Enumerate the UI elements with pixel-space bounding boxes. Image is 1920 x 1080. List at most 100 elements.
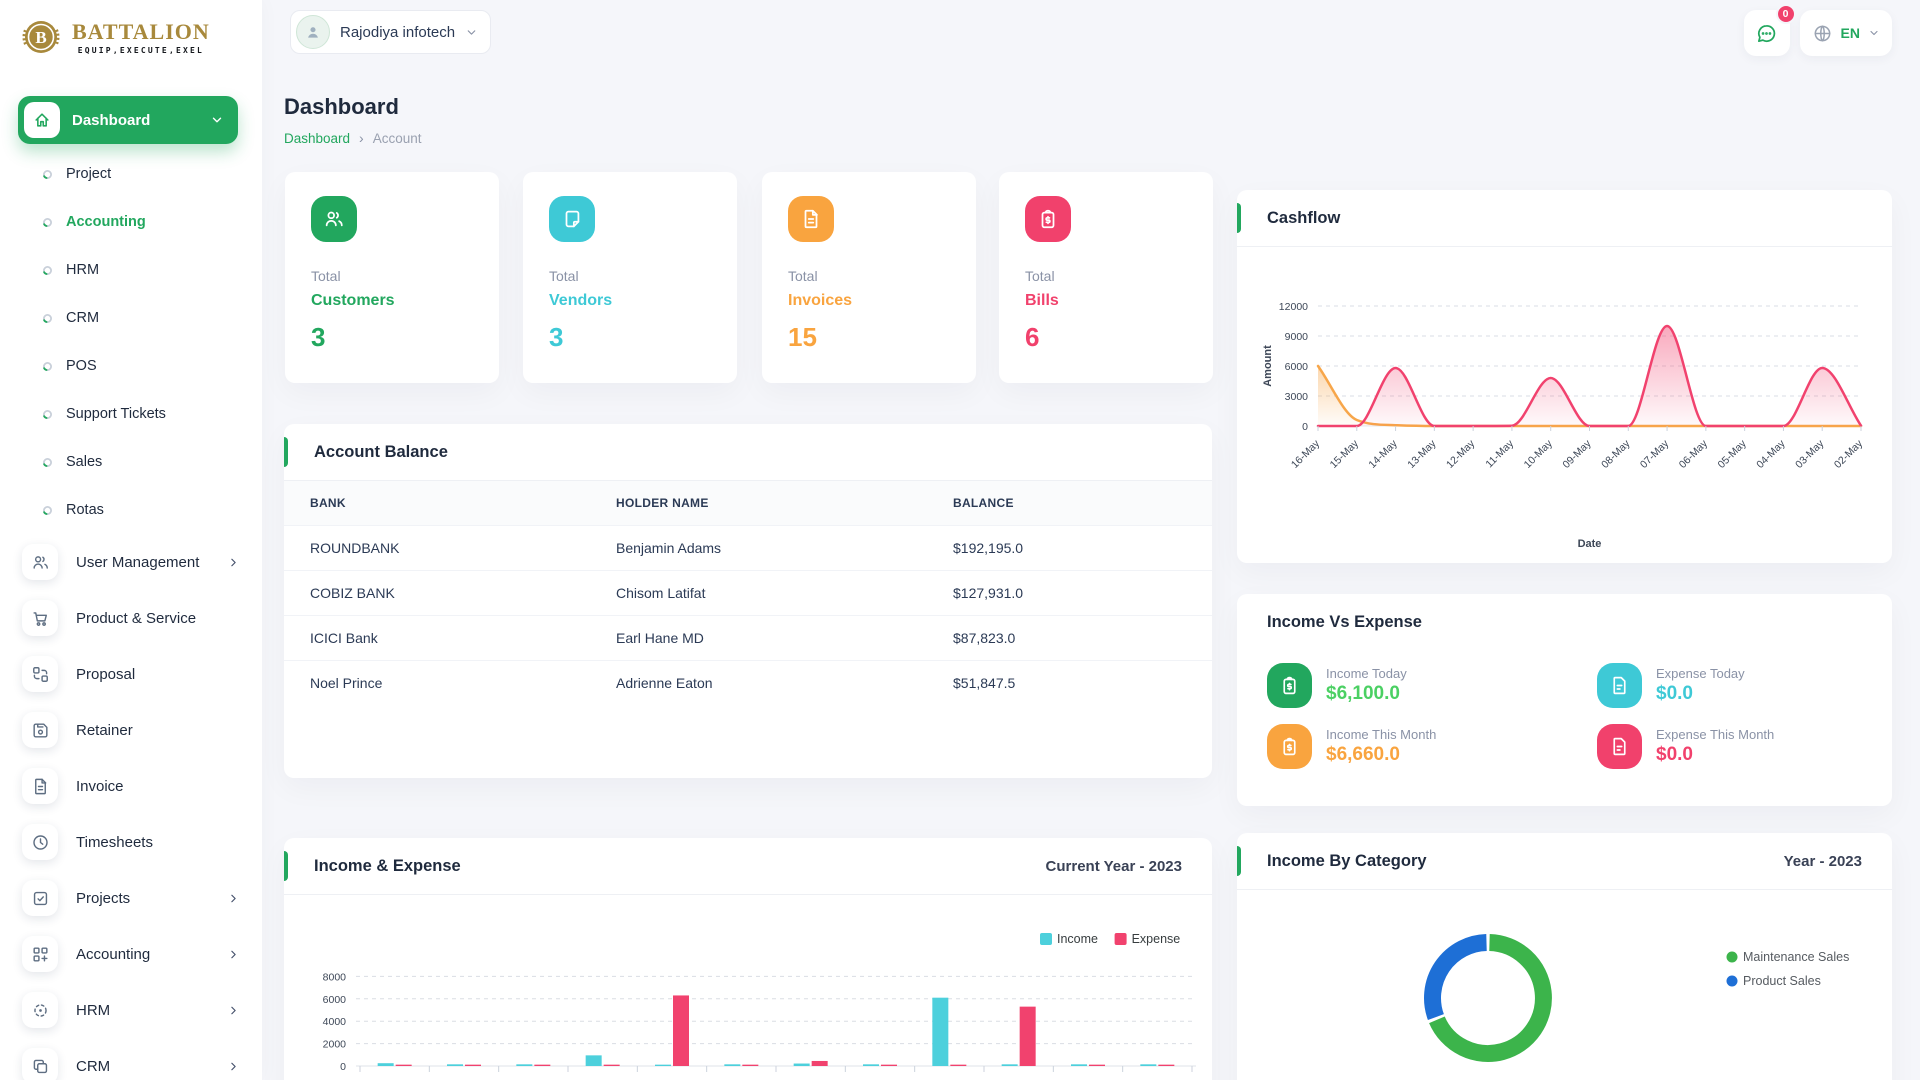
- sidebar-item-invoice[interactable]: Invoice: [0, 758, 262, 814]
- sidebar-item-projects[interactable]: Projects: [0, 870, 262, 926]
- income-vs-expense-header: Income Vs Expense: [1237, 594, 1892, 651]
- sidebar-item-product-service[interactable]: Product & Service: [0, 590, 262, 646]
- stat-card-invoices: Total Invoices 15: [762, 172, 976, 383]
- svg-text:06-May: 06-May: [1677, 437, 1711, 471]
- bullet-icon: [42, 505, 53, 516]
- stat-value: 3: [549, 322, 711, 353]
- sidebar-item-crm[interactable]: CRM: [0, 294, 262, 342]
- sidebar-item-label: User Management: [76, 554, 227, 571]
- breadcrumb-dashboard-link[interactable]: Dashboard: [284, 131, 350, 146]
- checkbox-icon: [22, 880, 58, 916]
- sidebar-item-crm-group[interactable]: CRM: [0, 1038, 262, 1080]
- bullet-icon: [42, 217, 53, 228]
- ive-label: Income This Month: [1326, 727, 1436, 742]
- account-balance-title: Account Balance: [314, 443, 448, 462]
- svg-text:02-May: 02-May: [1832, 437, 1866, 471]
- transform-icon: [22, 656, 58, 692]
- bank-cell: ROUNDBANK: [284, 526, 590, 571]
- table-row[interactable]: COBIZ BANK Chisom Latifat $127,931.0: [284, 571, 1212, 616]
- grid-plus-icon: [22, 936, 58, 972]
- chevron-right-icon: [227, 892, 240, 905]
- chat-badge: 0: [1776, 4, 1796, 24]
- expense-today-item: Expense Today $0.0: [1597, 663, 1862, 708]
- cashflow-title: Cashflow: [1267, 209, 1340, 228]
- svg-text:6000: 6000: [323, 994, 347, 1006]
- bullet-icon: [42, 265, 53, 276]
- table-header-row: BANK HOLDER NAME BALANCE: [284, 481, 1212, 526]
- sidebar-item-label: Product & Service: [76, 610, 240, 627]
- language-selector[interactable]: EN: [1800, 10, 1892, 56]
- sidebar-item-label: Timesheets: [76, 834, 240, 851]
- income-expense-year: Current Year - 2023: [1046, 858, 1182, 875]
- ive-label: Expense This Month: [1656, 727, 1774, 742]
- file-invoice-icon: [788, 196, 834, 242]
- sidebar-item-label: CRM: [76, 1058, 227, 1075]
- ive-value: $6,660.0: [1326, 744, 1436, 766]
- sidebar-item-hrm-group[interactable]: HRM: [0, 982, 262, 1038]
- balance-cell: $192,195.0: [927, 526, 1212, 571]
- chevron-down-icon: [465, 26, 478, 39]
- sidebar-item-project[interactable]: Project: [0, 150, 262, 198]
- sidebar-item-proposal[interactable]: Proposal: [0, 646, 262, 702]
- bank-cell: ICICI Bank: [284, 616, 590, 661]
- income-expense-title: Income & Expense: [314, 857, 461, 876]
- svg-text:B: B: [35, 28, 46, 47]
- sidebar-item-label: POS: [66, 358, 97, 374]
- svg-text:3000: 3000: [1285, 391, 1309, 403]
- chat-button[interactable]: 0: [1744, 10, 1790, 56]
- users-icon: [311, 196, 357, 242]
- sidebar-item-label: Accounting: [66, 214, 146, 230]
- sidebar-item-pos[interactable]: POS: [0, 342, 262, 390]
- sidebar-dashboard-label: Dashboard: [72, 112, 210, 129]
- sidebar-item-hrm[interactable]: HRM: [0, 246, 262, 294]
- cart-icon: [22, 600, 58, 636]
- holder-cell: Chisom Latifat: [590, 571, 927, 616]
- svg-text:9000: 9000: [1285, 331, 1309, 343]
- sidebar-item-label: HRM: [66, 262, 99, 278]
- cashflow-panel: Cashflow 03000600090001200016-May15-May1…: [1237, 190, 1892, 563]
- svg-text:Maintenance Sales: Maintenance Sales: [1743, 950, 1849, 964]
- brand-logo[interactable]: B BATTALION EQUIP,EXECUTE,EXEL: [18, 14, 210, 60]
- chevron-right-icon: [227, 948, 240, 961]
- sidebar-item-user-management[interactable]: User Management: [0, 534, 262, 590]
- sidebar-item-label: Rotas: [66, 502, 104, 518]
- column-header-holder: HOLDER NAME: [590, 481, 927, 526]
- sidebar-item-label: CRM: [66, 310, 99, 326]
- svg-text:Date: Date: [1578, 538, 1602, 550]
- stat-value: 15: [788, 322, 950, 353]
- sidebar-item-dashboard[interactable]: Dashboard: [18, 96, 238, 144]
- breadcrumb: Dashboard › Account: [284, 130, 422, 146]
- table-row[interactable]: ICICI Bank Earl Hane MD $87,823.0: [284, 616, 1212, 661]
- ive-value: $0.0: [1656, 683, 1745, 705]
- sidebar-item-rotas[interactable]: Rotas: [0, 486, 262, 534]
- income-expense-chart: IncomeExpense02000400060008000: [284, 895, 1212, 1080]
- sidebar-item-timesheets[interactable]: Timesheets: [0, 814, 262, 870]
- balance-cell: $87,823.0: [927, 616, 1212, 661]
- sidebar-item-support-tickets[interactable]: Support Tickets: [0, 390, 262, 438]
- sidebar-item-sales[interactable]: Sales: [0, 438, 262, 486]
- holder-cell: Benjamin Adams: [590, 526, 927, 571]
- sidebar-item-label: Support Tickets: [66, 406, 166, 422]
- income-by-category-year: Year - 2023: [1784, 853, 1862, 870]
- svg-text:08-May: 08-May: [1599, 437, 1633, 471]
- table-row[interactable]: Noel Prince Adrienne Eaton $51,847.5: [284, 661, 1212, 706]
- sidebar-item-retainer[interactable]: Retainer: [0, 702, 262, 758]
- brand-badge-icon: B: [18, 14, 64, 60]
- holder-cell: Adrienne Eaton: [590, 661, 927, 706]
- svg-text:03-May: 03-May: [1793, 437, 1827, 471]
- svg-text:Product Sales: Product Sales: [1743, 974, 1821, 988]
- stat-label: Invoices: [788, 292, 950, 310]
- svg-text:07-May: 07-May: [1638, 437, 1672, 471]
- sidebar-item-accounting-group[interactable]: Accounting: [0, 926, 262, 982]
- stat-value: 3: [311, 322, 473, 353]
- cashflow-chart: 03000600090001200016-May15-May14-May13-M…: [1237, 247, 1892, 559]
- svg-text:8000: 8000: [323, 971, 347, 983]
- svg-text:Amount: Amount: [1262, 345, 1274, 387]
- sidebar-item-accounting[interactable]: Accounting: [0, 198, 262, 246]
- stat-label: Vendors: [549, 292, 711, 310]
- workspace-selector[interactable]: Rajodiya infotech: [290, 10, 491, 54]
- bank-cell: COBIZ BANK: [284, 571, 590, 616]
- message-dots-icon: [1755, 22, 1778, 45]
- sidebar-item-label: Projects: [76, 890, 227, 907]
- table-row[interactable]: ROUNDBANK Benjamin Adams $192,195.0: [284, 526, 1212, 571]
